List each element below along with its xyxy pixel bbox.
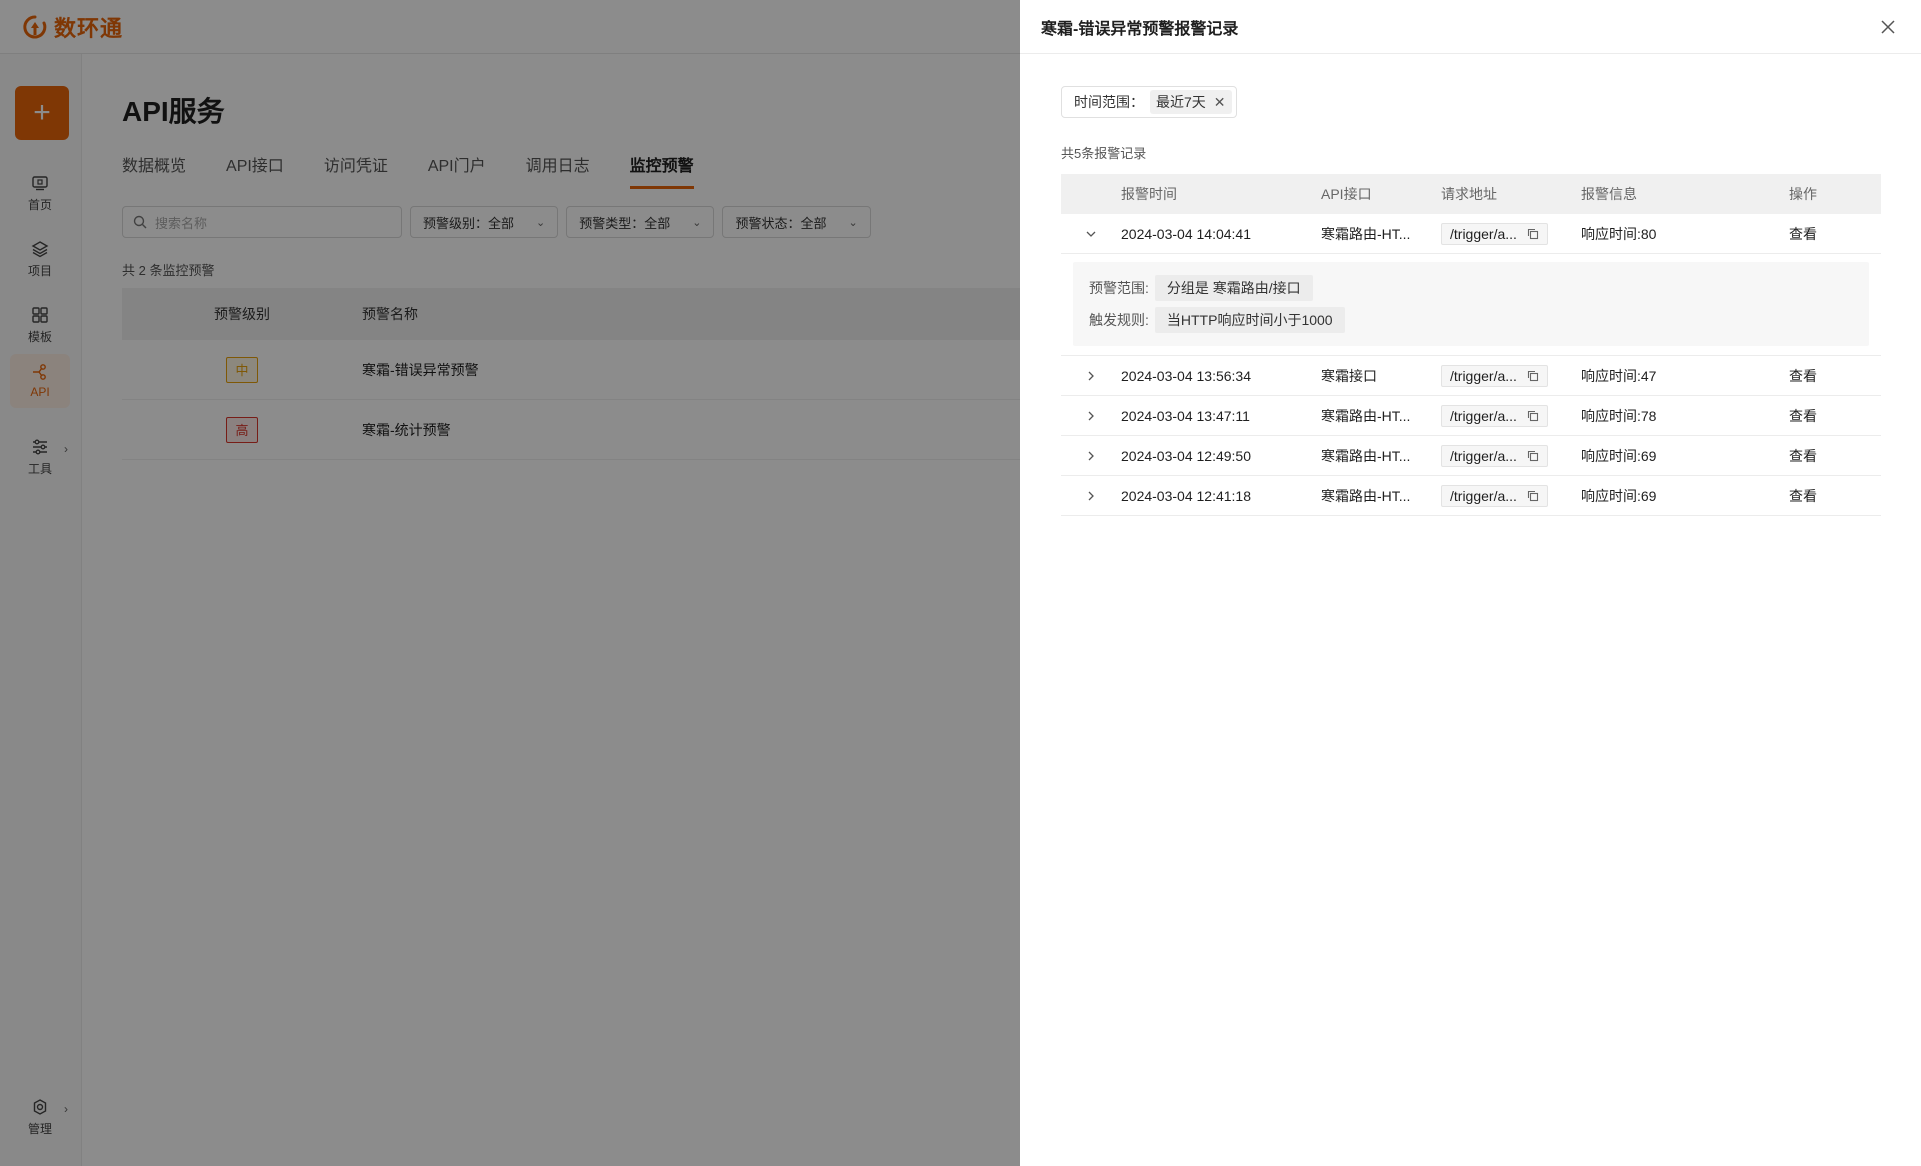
alert-info: 响应时间:69 — [1581, 447, 1657, 464]
column-header-action: 操作 — [1789, 186, 1817, 202]
scope-label: 预警范围: — [1089, 280, 1149, 296]
table-row: 2024-03-04 14:04:41 寒霜路由-HT... /trigger/… — [1061, 214, 1881, 254]
table-row: 2024-03-04 12:41:18 寒霜路由-HT... /trigger/… — [1061, 476, 1881, 516]
rule-label: 触发规则: — [1089, 312, 1149, 328]
view-link[interactable]: 查看 — [1789, 408, 1817, 424]
table-row: 2024-03-04 13:56:34 寒霜接口 /trigger/a... 响… — [1061, 356, 1881, 396]
column-header-info: 报警信息 — [1581, 186, 1637, 202]
api-name: 寒霜路由-HT... — [1321, 487, 1411, 504]
alert-time: 2024-03-04 13:56:34 — [1121, 367, 1251, 384]
expand-toggle[interactable] — [1061, 410, 1121, 422]
request-url-text: /trigger/a... — [1450, 447, 1517, 464]
api-name: 寒霜路由-HT... — [1321, 225, 1411, 242]
api-name: 寒霜路由-HT... — [1321, 447, 1411, 464]
request-url-text: /trigger/a... — [1450, 407, 1517, 424]
close-icon — [1881, 20, 1895, 34]
table-row: 2024-03-04 13:47:11 寒霜路由-HT... /trigger/… — [1061, 396, 1881, 436]
copy-icon[interactable] — [1527, 450, 1539, 462]
expand-toggle[interactable] — [1061, 450, 1121, 462]
table-row: 2024-03-04 12:49:50 寒霜路由-HT... /trigger/… — [1061, 436, 1881, 476]
chevron-right-icon — [1088, 411, 1094, 420]
request-url: /trigger/a... — [1441, 222, 1548, 245]
time-range-value: 最近7天 — [1156, 94, 1206, 110]
request-url-text: /trigger/a... — [1450, 225, 1517, 242]
scope-value: 分组是 寒霜路由/接口 — [1154, 275, 1313, 301]
alert-time: 2024-03-04 12:41:18 — [1121, 487, 1251, 504]
detail-scope: 预警范围: 分组是 寒霜路由/接口 — [1089, 272, 1853, 304]
chevron-right-icon — [1088, 491, 1094, 500]
expand-toggle[interactable] — [1061, 490, 1121, 502]
close-icon[interactable]: ✕ — [1214, 94, 1226, 111]
drawer-header: 寒霜-错误异常预警报警记录 — [1020, 0, 1921, 54]
detail-rule: 触发规则: 当HTTP响应时间小于1000 — [1089, 304, 1853, 336]
time-range-tag: 最近7天 ✕ — [1150, 90, 1232, 114]
api-name: 寒霜接口 — [1321, 367, 1377, 384]
alert-info: 响应时间:80 — [1581, 225, 1657, 242]
view-link[interactable]: 查看 — [1789, 488, 1817, 504]
row-detail-panel: 预警范围: 分组是 寒霜路由/接口 触发规则: 当HTTP响应时间小于1000 — [1073, 262, 1869, 346]
chevron-right-icon — [1088, 451, 1094, 460]
column-header-api: API接口 — [1321, 186, 1372, 202]
collapse-toggle[interactable] — [1061, 228, 1121, 240]
request-url: /trigger/a... — [1441, 444, 1548, 467]
request-url: /trigger/a... — [1441, 404, 1548, 427]
alert-time: 2024-03-04 14:04:41 — [1121, 225, 1251, 242]
view-link[interactable]: 查看 — [1789, 368, 1817, 384]
copy-icon[interactable] — [1527, 490, 1539, 502]
chevron-right-icon — [1088, 371, 1094, 380]
column-header-time: 报警时间 — [1121, 186, 1177, 202]
copy-icon[interactable] — [1527, 228, 1539, 240]
copy-icon[interactable] — [1527, 410, 1539, 422]
records-table: 报警时间 API接口 请求地址 报警信息 操作 2024-03-04 14:04… — [1061, 174, 1881, 516]
request-url-text: /trigger/a... — [1450, 487, 1517, 504]
request-url: /trigger/a... — [1441, 364, 1548, 387]
alert-info: 响应时间:69 — [1581, 487, 1657, 504]
column-header-url: 请求地址 — [1441, 186, 1497, 202]
chevron-down-icon — [1086, 231, 1096, 237]
api-name: 寒霜路由-HT... — [1321, 407, 1411, 424]
expand-toggle[interactable] — [1061, 370, 1121, 382]
time-range-label: 时间范围： — [1074, 94, 1144, 110]
alert-info: 响应时间:47 — [1581, 367, 1657, 384]
record-count: 共5条报警记录 — [1061, 146, 1147, 161]
drawer-title: 寒霜-错误异常预警报警记录 — [1041, 20, 1239, 38]
alert-time: 2024-03-04 13:47:11 — [1121, 407, 1250, 424]
view-link[interactable]: 查看 — [1789, 448, 1817, 464]
request-url-text: /trigger/a... — [1450, 367, 1517, 384]
table-header: 报警时间 API接口 请求地址 报警信息 操作 — [1061, 174, 1881, 214]
row-detail: 预警范围: 分组是 寒霜路由/接口 触发规则: 当HTTP响应时间小于1000 — [1061, 262, 1881, 356]
view-link[interactable]: 查看 — [1789, 226, 1817, 242]
close-button[interactable] — [1877, 16, 1899, 38]
copy-icon[interactable] — [1527, 370, 1539, 382]
rule-value: 当HTTP响应时间小于1000 — [1154, 307, 1345, 333]
request-url: /trigger/a... — [1441, 484, 1548, 507]
alert-info: 响应时间:78 — [1581, 407, 1657, 424]
alert-records-drawer: 寒霜-错误异常预警报警记录 时间范围： 最近7天 ✕ 共5条报警记录 报警时间 … — [1020, 0, 1921, 1166]
alert-time: 2024-03-04 12:49:50 — [1121, 447, 1251, 464]
time-range-filter[interactable]: 时间范围： 最近7天 ✕ — [1061, 86, 1237, 118]
